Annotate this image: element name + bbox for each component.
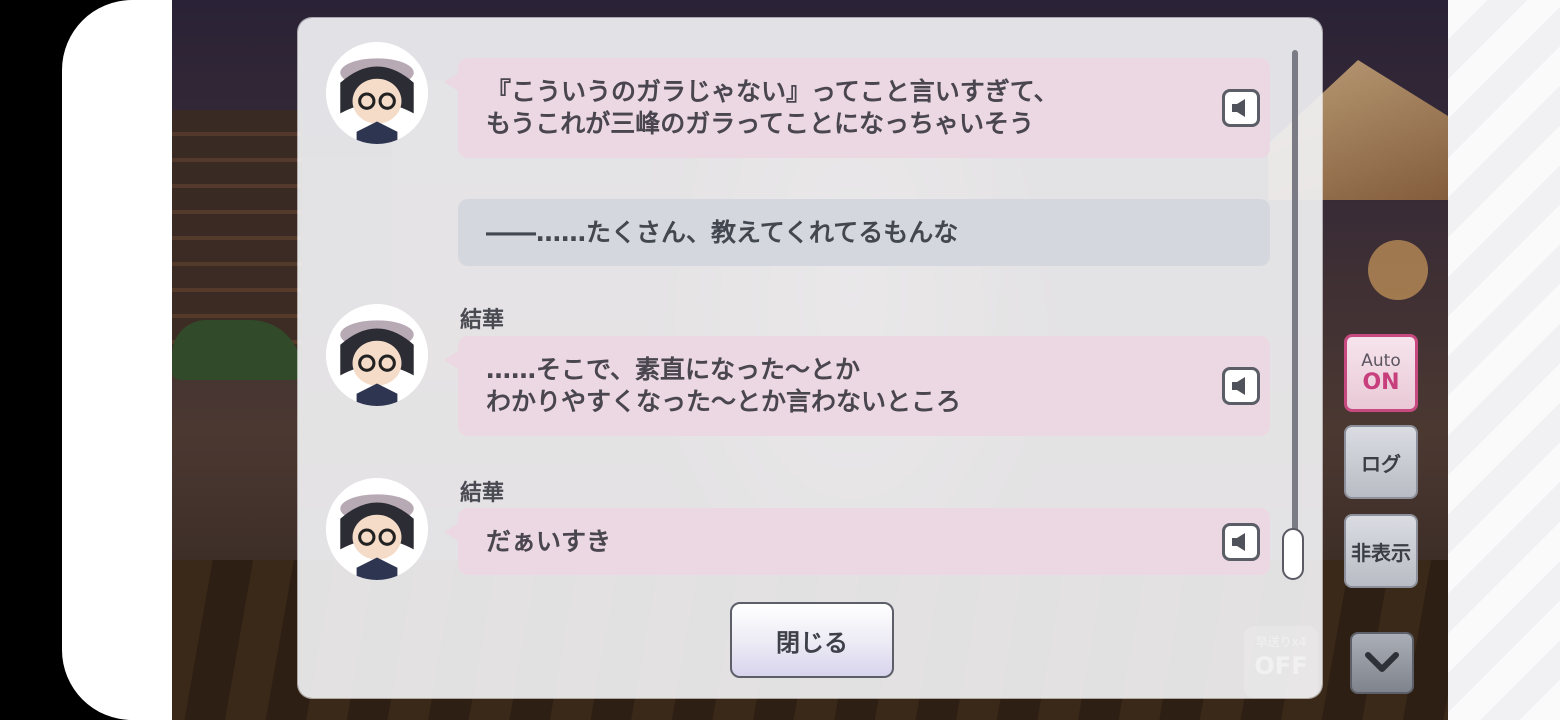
speaker-icon	[1232, 377, 1245, 395]
log-scrollbar-thumb[interactable]	[1282, 528, 1304, 580]
speaker-icon	[1232, 99, 1245, 117]
dialogue-bubble: だぁいすき	[444, 508, 1270, 575]
character-avatar-icon	[326, 478, 428, 580]
dialogue-text: ……そこで、素直になった～とか わかりやすくなった～とか言わないところ	[486, 355, 962, 416]
background-lamp	[1368, 240, 1428, 300]
character-avatar-icon	[326, 42, 428, 144]
fast-forward-label: 早送りx4	[1255, 635, 1307, 649]
log-label: ログ	[1361, 451, 1401, 476]
speaker-name: 結華	[460, 308, 505, 333]
dialogue-bubble: 『こういうのガラじゃない』ってこと言いすぎて、 もうこれが三峰のガラってことにな…	[444, 58, 1270, 158]
narration-bubble: ――……たくさん、教えてくれてるもんな	[458, 199, 1270, 266]
letterbox-right	[1448, 0, 1560, 720]
auto-label: Auto	[1361, 350, 1401, 371]
auto-button[interactable]: Auto ON	[1344, 334, 1418, 412]
character-avatar	[326, 478, 428, 580]
screen-edge	[62, 0, 172, 720]
voice-replay-button[interactable]	[1222, 89, 1260, 127]
character-avatar-icon	[326, 304, 428, 406]
auto-state: ON	[1362, 369, 1400, 395]
fast-forward-state: OFF	[1254, 652, 1308, 681]
hide-label: 非表示	[1351, 540, 1411, 565]
voice-replay-button[interactable]	[1222, 367, 1260, 405]
character-avatar	[326, 304, 428, 406]
dialogue-text: だぁいすき	[486, 526, 612, 556]
chevron-down-icon	[1365, 652, 1399, 672]
voice-replay-button[interactable]	[1222, 522, 1260, 561]
fast-forward-button[interactable]: 早送りx4 OFF	[1244, 626, 1318, 698]
hide-button[interactable]: 非表示	[1344, 514, 1418, 588]
character-avatar	[326, 42, 428, 144]
narration-text: ――……たくさん、教えてくれてるもんな	[486, 217, 959, 247]
close-button[interactable]: 閉じる	[730, 602, 894, 678]
log-scrollbar-track[interactable]	[1292, 50, 1298, 570]
log-dialog: 『こういうのガラじゃない』ってこと言いすぎて、 もうこれが三峰のガラってことにな…	[298, 18, 1322, 698]
log-button[interactable]: ログ	[1344, 425, 1418, 499]
dialogue-bubble: ……そこで、素直になった～とか わかりやすくなった～とか言わないところ	[444, 336, 1270, 436]
collapse-button[interactable]	[1350, 632, 1414, 694]
speaker-icon	[1232, 532, 1245, 551]
dialogue-text: 『こういうのガラじゃない』ってこと言いすぎて、 もうこれが三峰のガラってことにな…	[486, 77, 1059, 138]
speaker-name: 結華	[460, 481, 505, 506]
